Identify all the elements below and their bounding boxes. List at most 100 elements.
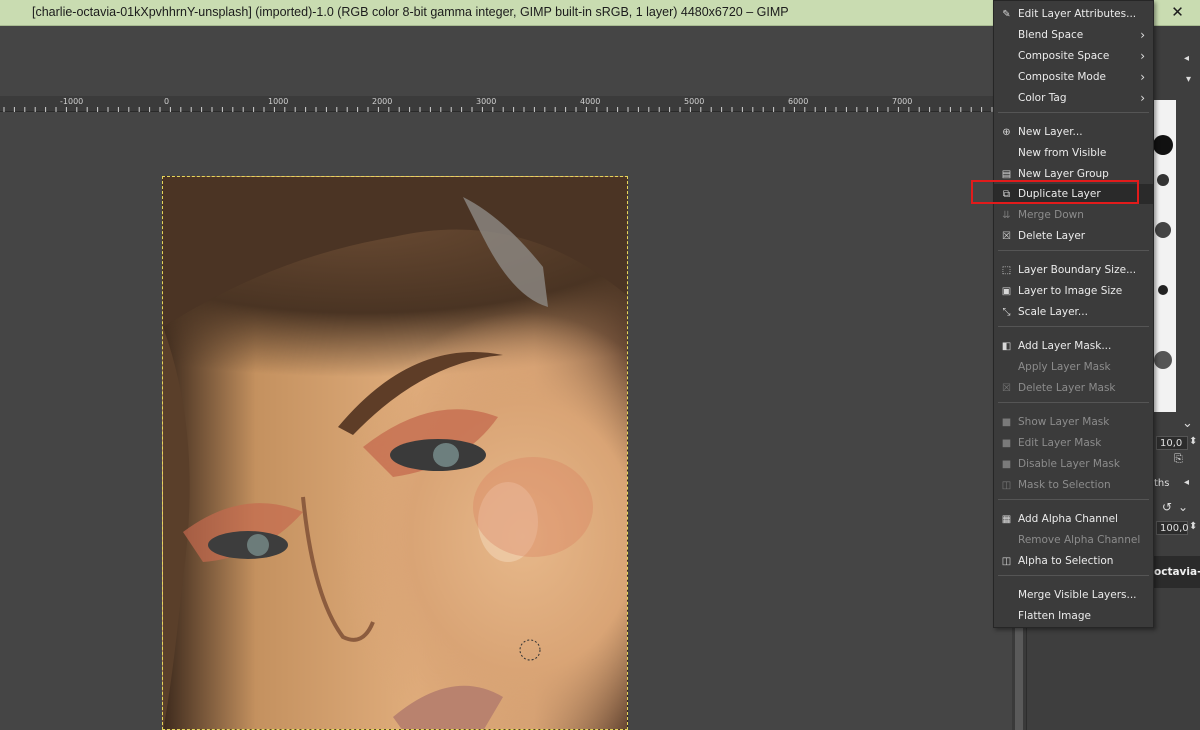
- layer-item[interactable]: octavia-0: [1150, 556, 1200, 588]
- menu-item-label: New Layer Group: [1018, 168, 1109, 180]
- add-alpha-channel-icon: ▦: [1001, 514, 1012, 525]
- hair-shape: [163, 177, 627, 327]
- side-hair-shape: [163, 327, 190, 729]
- ruler-label: 6000: [788, 97, 809, 106]
- layer-boundary-size-icon: ⬚: [1001, 265, 1012, 276]
- menu-item-merge-visible-layers[interactable]: Merge Visible Layers...: [994, 585, 1153, 605]
- menu-item-label: Delete Layer: [1018, 230, 1086, 242]
- menu-item-edit-layer-attributes[interactable]: ✎ Edit Layer Attributes...: [994, 4, 1153, 24]
- menu-item-label: Layer to Image Size: [1018, 285, 1123, 297]
- ruler-label: 5000: [684, 97, 705, 106]
- menu-item-blend-space[interactable]: Blend Space ›: [994, 25, 1153, 45]
- brush-cursor-icon: [519, 639, 541, 661]
- menu-item-label: Add Alpha Channel: [1018, 513, 1118, 525]
- new-layer-group-icon: ▤: [1001, 169, 1012, 180]
- add-layer-mask-icon: ◧: [1001, 341, 1012, 352]
- brush-size-field[interactable]: 10,0: [1156, 436, 1188, 450]
- layer-context-menu: ✎ Edit Layer Attributes... Blend Space › Com…: [993, 0, 1154, 628]
- opacity-field[interactable]: 100,0: [1156, 521, 1189, 535]
- panel-menu-arrow-icon[interactable]: ◂: [1184, 477, 1189, 488]
- menu-item-layer-boundary-size[interactable]: ⬚ Layer Boundary Size...: [994, 260, 1153, 280]
- menu-item-color-tag[interactable]: Color Tag ›: [994, 88, 1153, 108]
- tab-paths[interactable]: ths: [1154, 478, 1169, 489]
- scale-layer-icon: ⤡: [1002, 307, 1011, 318]
- menu-item-label: Merge Visible Layers...: [1018, 589, 1137, 601]
- menu-item-label: Composite Mode: [1018, 71, 1106, 83]
- ruler-label: -1000: [60, 97, 84, 106]
- menu-item-label: Add Layer Mask...: [1018, 340, 1112, 352]
- canvas-top-area: [0, 26, 1012, 96]
- horizontal-ruler[interactable]: -1000 0 1000 2000 3000 4000 5000 6000 70…: [0, 96, 1012, 112]
- menu-separator: [998, 499, 1149, 500]
- menu-item-label: Flatten Image: [1018, 610, 1091, 622]
- nose-shape: [301, 496, 375, 642]
- menu-item-add-layer-mask[interactable]: ◧ Add Layer Mask...: [994, 336, 1153, 356]
- canvas-area[interactable]: -1000 0 1000 2000 3000 4000 5000 6000 70…: [0, 26, 1012, 730]
- menu-separator: [998, 112, 1149, 113]
- menu-item-delete-layer[interactable]: ☒ Delete Layer: [994, 226, 1153, 246]
- menu-item-label: Color Tag: [1018, 92, 1067, 104]
- menu-item-new-layer[interactable]: ⊕ New Layer...: [994, 122, 1153, 142]
- brush-icon: [1153, 135, 1173, 155]
- menu-item-edit-layer-mask[interactable]: ■ Edit Layer Mask: [994, 433, 1153, 453]
- checkbox-icon: ■: [1001, 459, 1012, 470]
- menu-item-label: Delete Layer Mask: [1018, 382, 1116, 394]
- chevron-down-icon[interactable]: ▾: [1186, 74, 1191, 85]
- delete-layer-icon: ☒: [1002, 231, 1011, 242]
- ruler-label: 0: [164, 97, 170, 106]
- ruler-label: 1000: [268, 97, 289, 106]
- menu-item-label: Edit Layer Mask: [1018, 437, 1102, 449]
- menu-item-label: Edit Layer Attributes...: [1018, 8, 1137, 20]
- close-button[interactable]: ✕: [1155, 0, 1200, 25]
- iris-shape: [433, 443, 459, 467]
- menu-item-new-from-visible[interactable]: New from Visible: [994, 143, 1153, 163]
- highlight-box: [971, 180, 1139, 204]
- menu-item-composite-space[interactable]: Composite Space ›: [994, 46, 1153, 66]
- checkbox-icon: ■: [1001, 417, 1012, 428]
- chevron-down-icon[interactable]: ⌄: [1182, 416, 1193, 431]
- menu-item-flatten-image[interactable]: Flatten Image: [994, 606, 1153, 626]
- menu-item-label: New Layer...: [1018, 126, 1083, 138]
- menu-separator: [998, 402, 1149, 403]
- edit-attributes-icon: ✎: [1002, 9, 1011, 20]
- menu-item-label: Blend Space: [1018, 29, 1084, 41]
- image-canvas[interactable]: [162, 176, 628, 730]
- menu-item-scale-layer[interactable]: ⤡ Scale Layer...: [994, 302, 1153, 322]
- menu-item-label: Scale Layer...: [1018, 306, 1088, 318]
- layer-to-image-size-icon: ▣: [1001, 286, 1012, 297]
- menu-separator: [998, 575, 1149, 576]
- menu-item-label: Apply Layer Mask: [1018, 361, 1111, 373]
- menu-separator: [998, 250, 1149, 251]
- ruler-label: 4000: [580, 97, 601, 106]
- menu-item-label: Show Layer Mask: [1018, 416, 1110, 428]
- portrait-image: [163, 177, 627, 729]
- panel-menu-arrow-icon[interactable]: ◂: [1184, 53, 1189, 64]
- reset-icon[interactable]: ⎘: [1174, 452, 1183, 466]
- menu-item-alpha-to-selection[interactable]: ◫ Alpha to Selection: [994, 551, 1153, 571]
- chevron-down-icon[interactable]: ⌄: [1178, 500, 1188, 514]
- menu-item-label: Remove Alpha Channel: [1018, 534, 1141, 546]
- chevron-right-icon: ›: [1140, 91, 1145, 105]
- chevron-right-icon: ›: [1140, 28, 1145, 42]
- ruler-label: 2000: [372, 97, 393, 106]
- stepper-icon[interactable]: ⬍: [1189, 436, 1197, 447]
- chevron-right-icon: ›: [1140, 49, 1145, 63]
- ruler-label: 3000: [476, 97, 497, 106]
- undo-icon[interactable]: ↺: [1162, 500, 1172, 514]
- menu-item-add-alpha-channel[interactable]: ▦ Add Alpha Channel: [994, 509, 1153, 529]
- menu-item-apply-layer-mask[interactable]: Apply Layer Mask: [994, 357, 1153, 377]
- menu-item-label: Disable Layer Mask: [1018, 458, 1120, 470]
- menu-item-delete-layer-mask[interactable]: ☒ Delete Layer Mask: [994, 378, 1153, 398]
- menu-item-disable-layer-mask[interactable]: ■ Disable Layer Mask: [994, 454, 1153, 474]
- menu-item-layer-to-image-size[interactable]: ▣ Layer to Image Size: [994, 281, 1153, 301]
- menu-item-show-layer-mask[interactable]: ■ Show Layer Mask: [994, 412, 1153, 432]
- blush-shape: [473, 457, 593, 557]
- menu-item-mask-to-selection[interactable]: ◫ Mask to Selection: [994, 475, 1153, 495]
- menu-item-remove-alpha-channel[interactable]: Remove Alpha Channel: [994, 530, 1153, 550]
- menu-item-merge-down[interactable]: ⇊ Merge Down: [994, 205, 1153, 225]
- menu-item-composite-mode[interactable]: Composite Mode ›: [994, 67, 1153, 87]
- alpha-to-selection-icon: ◫: [1001, 556, 1012, 567]
- iris-shape-2: [247, 534, 269, 556]
- stepper-icon[interactable]: ⬍: [1189, 521, 1197, 532]
- brush-icon: [1155, 222, 1171, 238]
